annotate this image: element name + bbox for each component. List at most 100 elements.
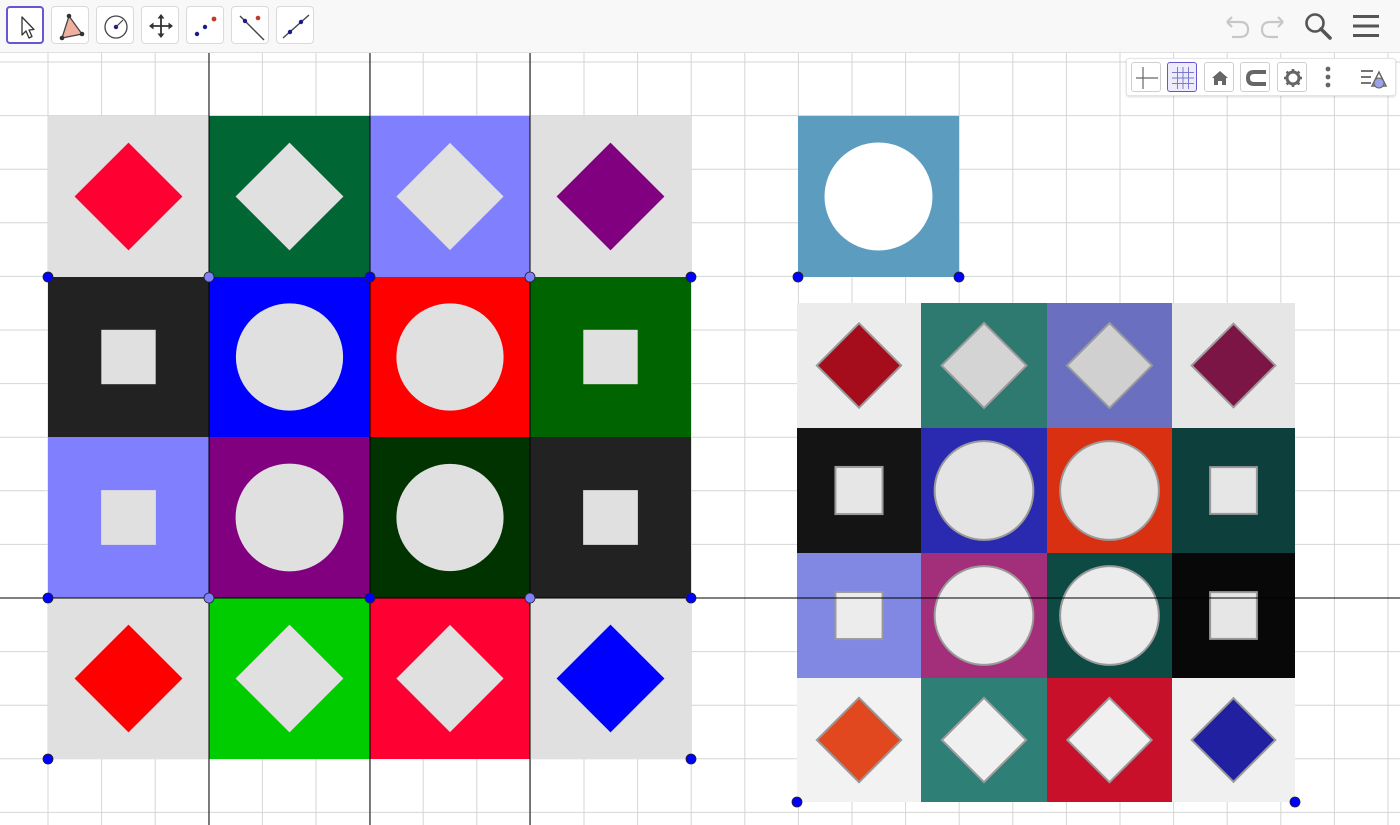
tile-0-0	[48, 116, 209, 277]
circle-tool-button[interactable]	[96, 6, 134, 44]
photo-cell-0-2	[1047, 303, 1172, 428]
tile-0-3	[530, 116, 691, 277]
tile-2-2	[370, 437, 530, 598]
grid-toggle-button[interactable]	[1167, 62, 1197, 92]
perpendicular-tool-button[interactable]	[231, 6, 269, 44]
style-bar	[1126, 58, 1396, 96]
construction-point[interactable]	[42, 753, 54, 765]
axes-toggle-icon	[1136, 67, 1158, 89]
photo-cell-1-0	[797, 428, 921, 553]
graphics-view[interactable]	[0, 53, 1400, 825]
point-icon	[194, 16, 217, 37]
tile-3-2	[370, 598, 530, 759]
perpendicular-line-icon	[239, 15, 265, 41]
photo-cell-1-1-circle	[933, 440, 1035, 541]
tile-1-1	[209, 277, 370, 437]
construction-point[interactable]	[364, 592, 376, 604]
photo-cell-1-0-square	[834, 465, 884, 516]
tile-1-2	[370, 277, 530, 437]
point-capturing-button[interactable]	[1240, 62, 1270, 92]
construction-point[interactable]	[953, 271, 965, 283]
photo-cell-1-1	[921, 428, 1047, 553]
toolbar	[0, 0, 1400, 53]
home-view-icon	[1212, 71, 1228, 85]
line-icon	[282, 14, 310, 39]
photo-cell-2-1-circle	[933, 565, 1035, 666]
axes-toggle-button[interactable]	[1131, 62, 1161, 92]
tile-1-2-circle	[396, 303, 504, 411]
settings-button[interactable]	[1277, 62, 1307, 92]
move-view-tool-button[interactable]	[141, 6, 179, 44]
photo-cell-3-2	[1047, 678, 1172, 802]
point-tool-button[interactable]	[186, 6, 224, 44]
construction-point[interactable]	[203, 592, 215, 604]
single-tile-cell-circle	[824, 142, 933, 251]
photo-cell-3-1	[921, 678, 1047, 802]
tile-1-3-square	[583, 329, 638, 385]
move-graphics-view-icon	[149, 14, 173, 38]
construction-point[interactable]	[42, 592, 54, 604]
search-icon	[1305, 13, 1332, 40]
more-options-button[interactable]	[1313, 62, 1343, 92]
tile-1-3	[530, 277, 691, 437]
photo-cell-0-1	[921, 303, 1047, 428]
photo-cell-2-3-square	[1209, 591, 1258, 640]
photo-cell-1-2	[1047, 428, 1172, 553]
tile-3-1	[209, 598, 370, 759]
construction-point[interactable]	[42, 271, 54, 283]
construction-point[interactable]	[364, 271, 376, 283]
menu-button[interactable]	[1348, 8, 1384, 44]
photo-cell-3-3	[1172, 678, 1295, 802]
tile-2-0-square	[101, 490, 156, 545]
home-view-button[interactable]	[1204, 62, 1234, 92]
construction-point[interactable]	[524, 592, 536, 604]
single-tile-cell	[798, 116, 959, 277]
tile-1-1-circle	[235, 303, 344, 411]
construction-point[interactable]	[685, 753, 697, 765]
photo-cell-2-2	[1047, 553, 1172, 678]
photo-cell-3-0	[797, 678, 921, 802]
line-tool-button[interactable]	[276, 6, 314, 44]
photo-cell-1-2-circle	[1059, 440, 1160, 541]
tile-0-1	[209, 116, 370, 277]
photo-cell-0-3	[1172, 303, 1295, 428]
move-tool-button[interactable]	[6, 6, 44, 44]
construction-point[interactable]	[685, 592, 697, 604]
construction-point[interactable]	[1289, 796, 1301, 808]
photo-cell-1-3-square	[1209, 466, 1258, 515]
tile-2-1	[209, 437, 370, 598]
tile-0-2	[370, 116, 530, 277]
polygon-icon	[59, 13, 85, 41]
style-bar-toggle-icon	[1361, 70, 1388, 89]
photo-cell-0-0	[797, 303, 921, 428]
undo-icon	[1226, 16, 1250, 39]
redo-button[interactable]	[1256, 8, 1292, 44]
photo-cell-2-0-square	[834, 590, 884, 641]
redo-icon	[1260, 16, 1284, 39]
tile-2-3	[530, 437, 691, 598]
tile-3-0	[48, 598, 209, 759]
tile-2-1-circle	[235, 463, 344, 572]
search-button[interactable]	[1300, 8, 1336, 44]
menu-icon	[1353, 15, 1379, 37]
photo-cell-2-1	[921, 553, 1047, 678]
construction-point[interactable]	[203, 271, 215, 283]
tile-1-0	[48, 277, 209, 437]
circle-center-point-icon	[104, 15, 128, 39]
settings-gear-icon	[1284, 69, 1302, 87]
photo-cell-2-3	[1172, 553, 1295, 678]
photo-cell-2-2-circle	[1059, 565, 1160, 666]
reference-photo	[797, 303, 1295, 802]
polygon-tool-button[interactable]	[51, 6, 89, 44]
construction-point[interactable]	[792, 271, 804, 283]
move-arrow-icon	[21, 16, 35, 39]
point-capturing-icon	[1245, 70, 1266, 86]
construction-point[interactable]	[524, 271, 536, 283]
style-bar-toggle-button[interactable]	[1359, 62, 1389, 92]
undo-button[interactable]	[1218, 8, 1254, 44]
single-tile	[798, 116, 959, 277]
photo-cell-1-3	[1172, 428, 1295, 553]
tile-2-2-circle	[396, 463, 504, 572]
construction-point[interactable]	[685, 271, 697, 283]
construction-point[interactable]	[791, 796, 803, 808]
